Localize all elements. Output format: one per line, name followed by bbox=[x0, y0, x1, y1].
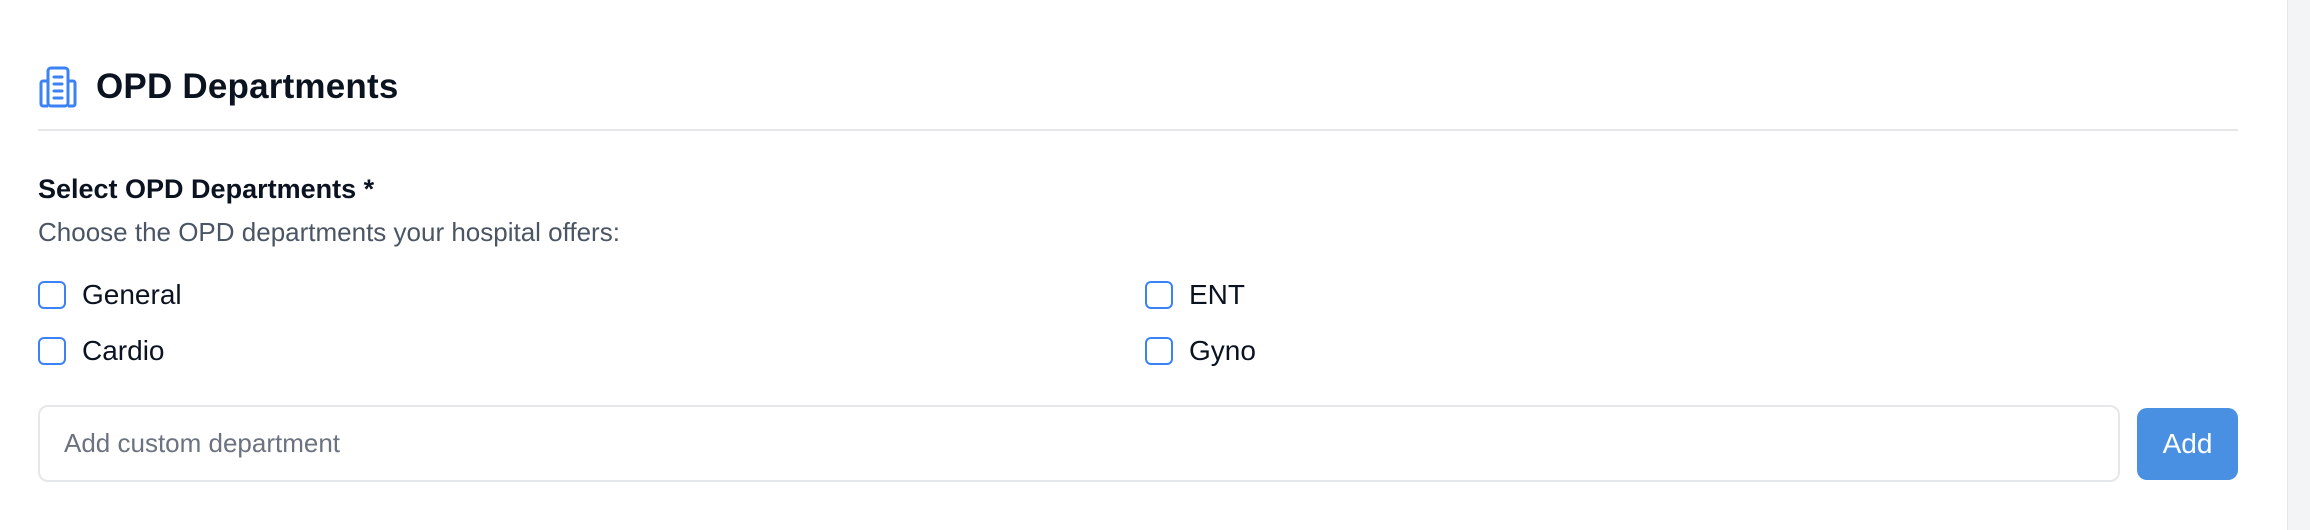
section-header: OPD Departments bbox=[38, 62, 399, 112]
checkbox-cardio[interactable] bbox=[38, 337, 66, 365]
checkbox-option-ent[interactable]: ENT bbox=[1145, 279, 1245, 311]
checkbox-ent[interactable] bbox=[1145, 281, 1173, 309]
departments-field-label: Select OPD Departments * bbox=[38, 174, 375, 204]
checkbox-label-general: General bbox=[82, 279, 182, 310]
checkbox-label-cardio: Cardio bbox=[82, 335, 165, 366]
page-scrollbar[interactable] bbox=[2287, 0, 2310, 530]
checkbox-option-general[interactable]: General bbox=[38, 279, 182, 311]
checkbox-option-cardio[interactable]: Cardio bbox=[38, 335, 164, 367]
hospital-building-icon bbox=[38, 65, 78, 109]
add-department-button[interactable]: Add bbox=[2137, 408, 2238, 480]
checkbox-option-gyno[interactable]: Gyno bbox=[1145, 335, 1256, 367]
checkbox-general[interactable] bbox=[38, 281, 66, 309]
section-divider bbox=[38, 129, 2238, 131]
custom-department-input[interactable] bbox=[38, 405, 2120, 482]
checkbox-gyno[interactable] bbox=[1145, 337, 1173, 365]
checkbox-label-ent: ENT bbox=[1189, 279, 1245, 310]
checkbox-label-gyno: Gyno bbox=[1189, 335, 1256, 366]
departments-field-help: Choose the OPD departments your hospital… bbox=[38, 217, 620, 247]
section-title: OPD Departments bbox=[96, 67, 399, 106]
